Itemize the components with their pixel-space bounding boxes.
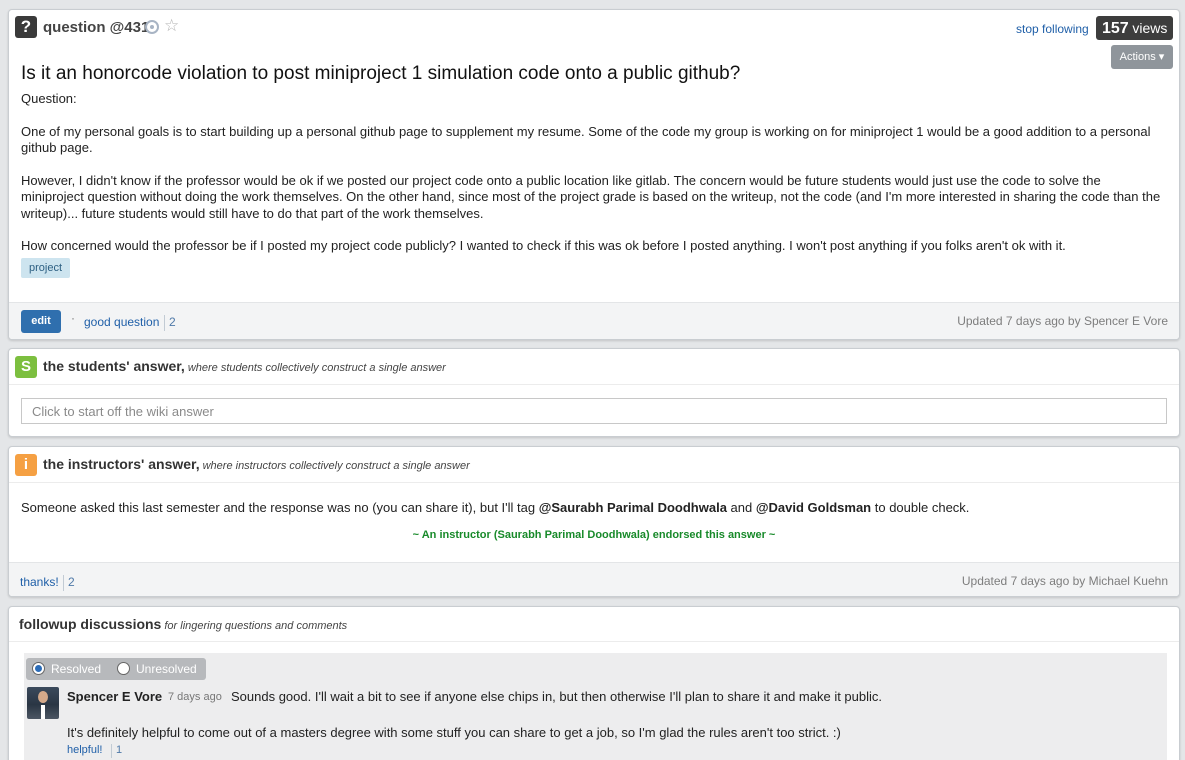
actions-button[interactable]: Actions ▾ [1111, 45, 1173, 69]
edit-button[interactable]: edit [21, 310, 61, 333]
resolved-label[interactable]: Resolved [51, 662, 101, 676]
helpful-link[interactable]: helpful! [67, 744, 102, 756]
followup-panel: followup discussions for lingering questi… [8, 606, 1180, 760]
instructors-answer-panel: i the instructors' answer, where instruct… [8, 446, 1180, 597]
followup-message: It's definitely helpful to come out of a… [67, 725, 841, 740]
divider [9, 641, 1179, 642]
helpful-count: 1 [111, 744, 122, 758]
endorsement-note: ~ An instructor (Saurabh Parimal Doodhwa… [412, 529, 776, 541]
instructors-icon: i [15, 454, 37, 476]
answer-text: Someone asked this last semester and the… [21, 500, 539, 515]
views-word: views [1132, 20, 1168, 36]
question-footer: edit · good question 2 Updated 7 days ag… [9, 302, 1179, 339]
question-header: ? question @431 ☆ stop following 157 vie… [9, 10, 1179, 44]
avatar [27, 687, 59, 719]
answer-text: to double check. [871, 500, 970, 515]
wiki-answer-input[interactable] [21, 398, 1167, 424]
good-question-count: 2 [164, 315, 176, 331]
instructors-answer-title: the instructors' answer, where instructor… [43, 456, 470, 472]
question-paragraph: However, I didn't know if the professor … [21, 172, 1161, 221]
students-answer-header: S the students' answer, where students co… [9, 349, 1179, 385]
followup-subtitle: for lingering questions and comments [164, 620, 348, 632]
answer-text: and [726, 500, 756, 515]
stop-following-link[interactable]: stop following [1016, 22, 1089, 36]
students-answer-panel: S the students' answer, where students co… [8, 348, 1180, 437]
followup-title-text: followup discussions [19, 616, 162, 632]
instructors-answer-subtitle: where instructors collectively construct… [202, 460, 470, 472]
instructors-answer-footer: thanks! 2 Updated 7 days ago by Michael … [9, 562, 1179, 596]
folder-tag-project[interactable]: project [21, 258, 71, 278]
students-answer-title-text: the students' answer, [43, 358, 185, 374]
question-title: Is it an honorcode violation to post min… [21, 63, 741, 84]
good-question-link[interactable]: good question [84, 315, 159, 329]
students-answer-title: the students' answer, where students coll… [43, 358, 446, 374]
instructors-answer-body: Someone asked this last semester and the… [21, 500, 969, 515]
question-updated: Updated 7 days ago by Spencer E Vore [957, 314, 1168, 328]
students-answer-subtitle: where students collectively construct a … [187, 362, 446, 374]
separator-dot: · [71, 311, 75, 325]
question-paragraph: Question: [21, 91, 77, 106]
star-icon[interactable]: ☆ [164, 16, 179, 36]
thanks-count: 2 [63, 575, 75, 591]
question-label: question @431 [43, 19, 150, 36]
caret-down-icon: ▾ [1158, 51, 1165, 63]
resolve-toggle: Resolved Unresolved [26, 658, 206, 680]
instructors-answer-header: i the instructors' answer, where instruct… [9, 447, 1179, 483]
resolved-radio[interactable] [32, 662, 45, 675]
followup-thread: Resolved Unresolved Spencer E Vore 7 day… [24, 653, 1167, 760]
actions-label: Actions [1119, 51, 1156, 63]
question-body: Question: One of my personal goals is to… [21, 91, 1166, 271]
eye-icon[interactable] [145, 20, 159, 34]
instructors-answer-updated: Updated 7 days ago by Michael Kuehn [961, 574, 1168, 588]
question-mark-icon: ? [15, 16, 37, 38]
mention-saurabh: @Saurabh Parimal Doodhwala [538, 500, 727, 515]
followup-time: 7 days ago [168, 691, 222, 703]
question-panel: ? question @431 ☆ stop following 157 vie… [8, 9, 1180, 340]
thanks-link[interactable]: thanks! [20, 575, 59, 589]
followup-message: Sounds good. I'll wait a bit to see if a… [231, 689, 883, 704]
students-icon: S [15, 356, 37, 378]
views-count: 157 [1102, 20, 1129, 37]
question-paragraph: How concerned would the professor be if … [21, 238, 1066, 253]
views-badge: 157 views [1096, 16, 1174, 40]
unresolved-label[interactable]: Unresolved [136, 662, 197, 676]
followup-title: followup discussions for lingering questi… [19, 616, 347, 632]
mention-david: @David Goldsman [755, 500, 872, 515]
instructors-answer-title-text: the instructors' answer, [43, 456, 200, 472]
question-paragraph: One of my personal goals is to start bui… [21, 123, 1151, 156]
unresolved-radio[interactable] [117, 662, 130, 675]
followup-author[interactable]: Spencer E Vore [67, 689, 162, 704]
